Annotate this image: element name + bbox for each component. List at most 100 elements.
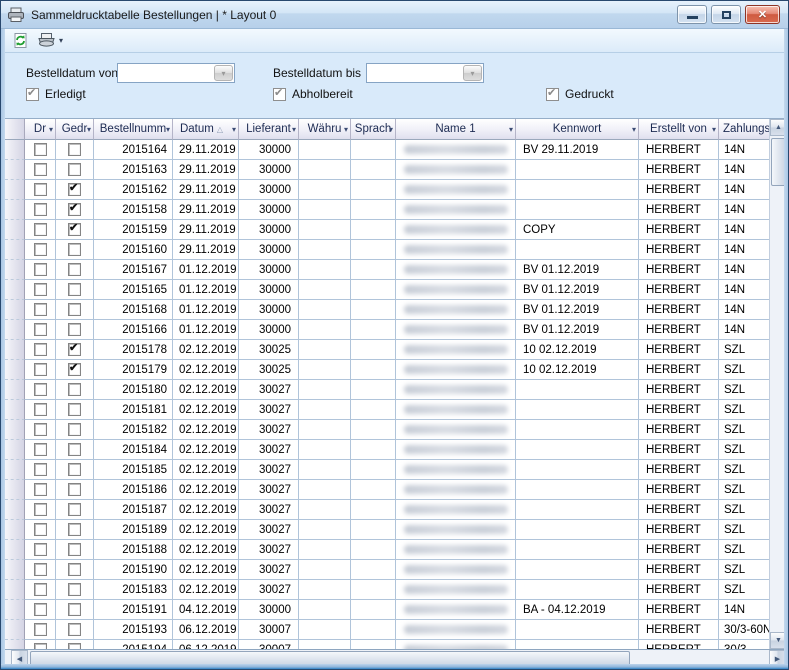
- cell-bestellnumm[interactable]: 2015188: [94, 540, 173, 560]
- cell-sprach[interactable]: [351, 300, 396, 320]
- cell-lieferant[interactable]: 30000: [239, 180, 299, 200]
- dr-checkbox-icon[interactable]: [34, 143, 47, 156]
- cell-name1[interactable]: [396, 280, 516, 300]
- cell-dr[interactable]: [25, 620, 56, 640]
- cell-zahlungs[interactable]: 14N: [719, 280, 769, 300]
- cell-bestellnumm[interactable]: 2015158: [94, 200, 173, 220]
- cell-sprach[interactable]: [351, 420, 396, 440]
- cell-waehru[interactable]: [299, 400, 351, 420]
- cell-lieferant[interactable]: 30027: [239, 380, 299, 400]
- cell-waehru[interactable]: [299, 640, 351, 649]
- gedr-checkbox-icon[interactable]: [68, 323, 81, 336]
- row-selector[interactable]: [5, 320, 25, 340]
- cell-gedr[interactable]: [56, 560, 94, 580]
- gedr-checkbox-icon[interactable]: [68, 543, 81, 556]
- cell-sprach[interactable]: [351, 640, 396, 649]
- cell-lieferant[interactable]: 30000: [239, 320, 299, 340]
- cell-bestellnumm[interactable]: 2015160: [94, 240, 173, 260]
- cell-zahlungs[interactable]: 14N: [719, 200, 769, 220]
- cell-zahlungs[interactable]: SZL: [719, 440, 769, 460]
- cell-kennwort[interactable]: [516, 540, 639, 560]
- cell-sprach[interactable]: [351, 380, 396, 400]
- date-to-input[interactable]: ▾: [366, 63, 484, 83]
- cell-name1[interactable]: [396, 220, 516, 240]
- row-selector[interactable]: [5, 360, 25, 380]
- cell-gedr[interactable]: [56, 160, 94, 180]
- cell-erstellt_von[interactable]: HERBERT: [639, 440, 719, 460]
- cell-erstellt_von[interactable]: HERBERT: [639, 420, 719, 440]
- cell-sprach[interactable]: [351, 280, 396, 300]
- cell-kennwort[interactable]: BV 01.12.2019: [516, 300, 639, 320]
- row-selector[interactable]: [5, 160, 25, 180]
- cell-datum[interactable]: 02.12.2019: [173, 540, 239, 560]
- column-header-sprach[interactable]: Sprach▾: [351, 119, 396, 140]
- cell-dr[interactable]: [25, 160, 56, 180]
- column-header-gedr[interactable]: Gedr▾: [56, 119, 94, 140]
- cell-gedr[interactable]: [56, 540, 94, 560]
- cell-zahlungs[interactable]: 14N: [719, 300, 769, 320]
- cell-gedr[interactable]: [56, 420, 94, 440]
- cell-bestellnumm[interactable]: 2015187: [94, 500, 173, 520]
- cell-sprach[interactable]: [351, 200, 396, 220]
- table-row[interactable]: ✔201515829.11.201930000HERBERT14N: [5, 200, 769, 220]
- row-selector[interactable]: [5, 200, 25, 220]
- column-header-datum[interactable]: Datum△▾: [173, 119, 239, 140]
- dr-checkbox-icon[interactable]: [34, 323, 47, 336]
- cell-erstellt_von[interactable]: HERBERT: [639, 280, 719, 300]
- row-selector[interactable]: [5, 540, 25, 560]
- gedr-checkbox-icon[interactable]: ✔: [68, 203, 81, 216]
- cell-datum[interactable]: 29.11.2019: [173, 160, 239, 180]
- cell-zahlungs[interactable]: 30/3-60N: [719, 620, 769, 640]
- cell-zahlungs[interactable]: 14N: [719, 240, 769, 260]
- row-selector[interactable]: [5, 520, 25, 540]
- row-selector[interactable]: [5, 440, 25, 460]
- cell-waehru[interactable]: [299, 500, 351, 520]
- cell-dr[interactable]: [25, 220, 56, 240]
- cell-name1[interactable]: [396, 320, 516, 340]
- cell-lieferant[interactable]: 30000: [239, 240, 299, 260]
- row-selector[interactable]: [5, 220, 25, 240]
- cell-erstellt_von[interactable]: HERBERT: [639, 320, 719, 340]
- dr-checkbox-icon[interactable]: [34, 403, 47, 416]
- cell-erstellt_von[interactable]: HERBERT: [639, 400, 719, 420]
- cell-bestellnumm[interactable]: 2015193: [94, 620, 173, 640]
- cell-bestellnumm[interactable]: 2015181: [94, 400, 173, 420]
- row-selector[interactable]: [5, 580, 25, 600]
- cell-lieferant[interactable]: 30027: [239, 560, 299, 580]
- cell-waehru[interactable]: [299, 620, 351, 640]
- cell-waehru[interactable]: [299, 600, 351, 620]
- gedr-checkbox-icon[interactable]: [68, 583, 81, 596]
- cell-sprach[interactable]: [351, 160, 396, 180]
- cell-zahlungs[interactable]: 14N: [719, 320, 769, 340]
- table-row[interactable]: 201518302.12.201930027HERBERTSZL: [5, 580, 769, 600]
- cell-gedr[interactable]: [56, 140, 94, 160]
- cell-zahlungs[interactable]: 14N: [719, 140, 769, 160]
- cell-waehru[interactable]: [299, 440, 351, 460]
- cell-lieferant[interactable]: 30027: [239, 580, 299, 600]
- dr-checkbox-icon[interactable]: [34, 243, 47, 256]
- table-row[interactable]: 201519306.12.201930007HERBERT30/3-60N: [5, 620, 769, 640]
- cell-name1[interactable]: [396, 520, 516, 540]
- cell-name1[interactable]: [396, 580, 516, 600]
- cell-dr[interactable]: [25, 300, 56, 320]
- cell-datum[interactable]: 01.12.2019: [173, 300, 239, 320]
- cell-sprach[interactable]: [351, 560, 396, 580]
- cell-zahlungs[interactable]: SZL: [719, 420, 769, 440]
- dr-checkbox-icon[interactable]: [34, 603, 47, 616]
- cell-name1[interactable]: [396, 480, 516, 500]
- cell-zahlungs[interactable]: 14N: [719, 220, 769, 240]
- cell-kennwort[interactable]: [516, 520, 639, 540]
- cell-sprach[interactable]: [351, 500, 396, 520]
- cell-lieferant[interactable]: 30000: [239, 140, 299, 160]
- cell-name1[interactable]: [396, 540, 516, 560]
- cell-lieferant[interactable]: 30025: [239, 360, 299, 380]
- cell-kennwort[interactable]: BV 29.11.2019: [516, 140, 639, 160]
- cell-sprach[interactable]: [351, 460, 396, 480]
- cell-lieferant[interactable]: 30000: [239, 280, 299, 300]
- column-header-kennwort[interactable]: Kennwort▾: [516, 119, 639, 140]
- cell-bestellnumm[interactable]: 2015159: [94, 220, 173, 240]
- dr-checkbox-icon[interactable]: [34, 503, 47, 516]
- cell-waehru[interactable]: [299, 260, 351, 280]
- dr-checkbox-icon[interactable]: [34, 423, 47, 436]
- dr-checkbox-icon[interactable]: [34, 163, 47, 176]
